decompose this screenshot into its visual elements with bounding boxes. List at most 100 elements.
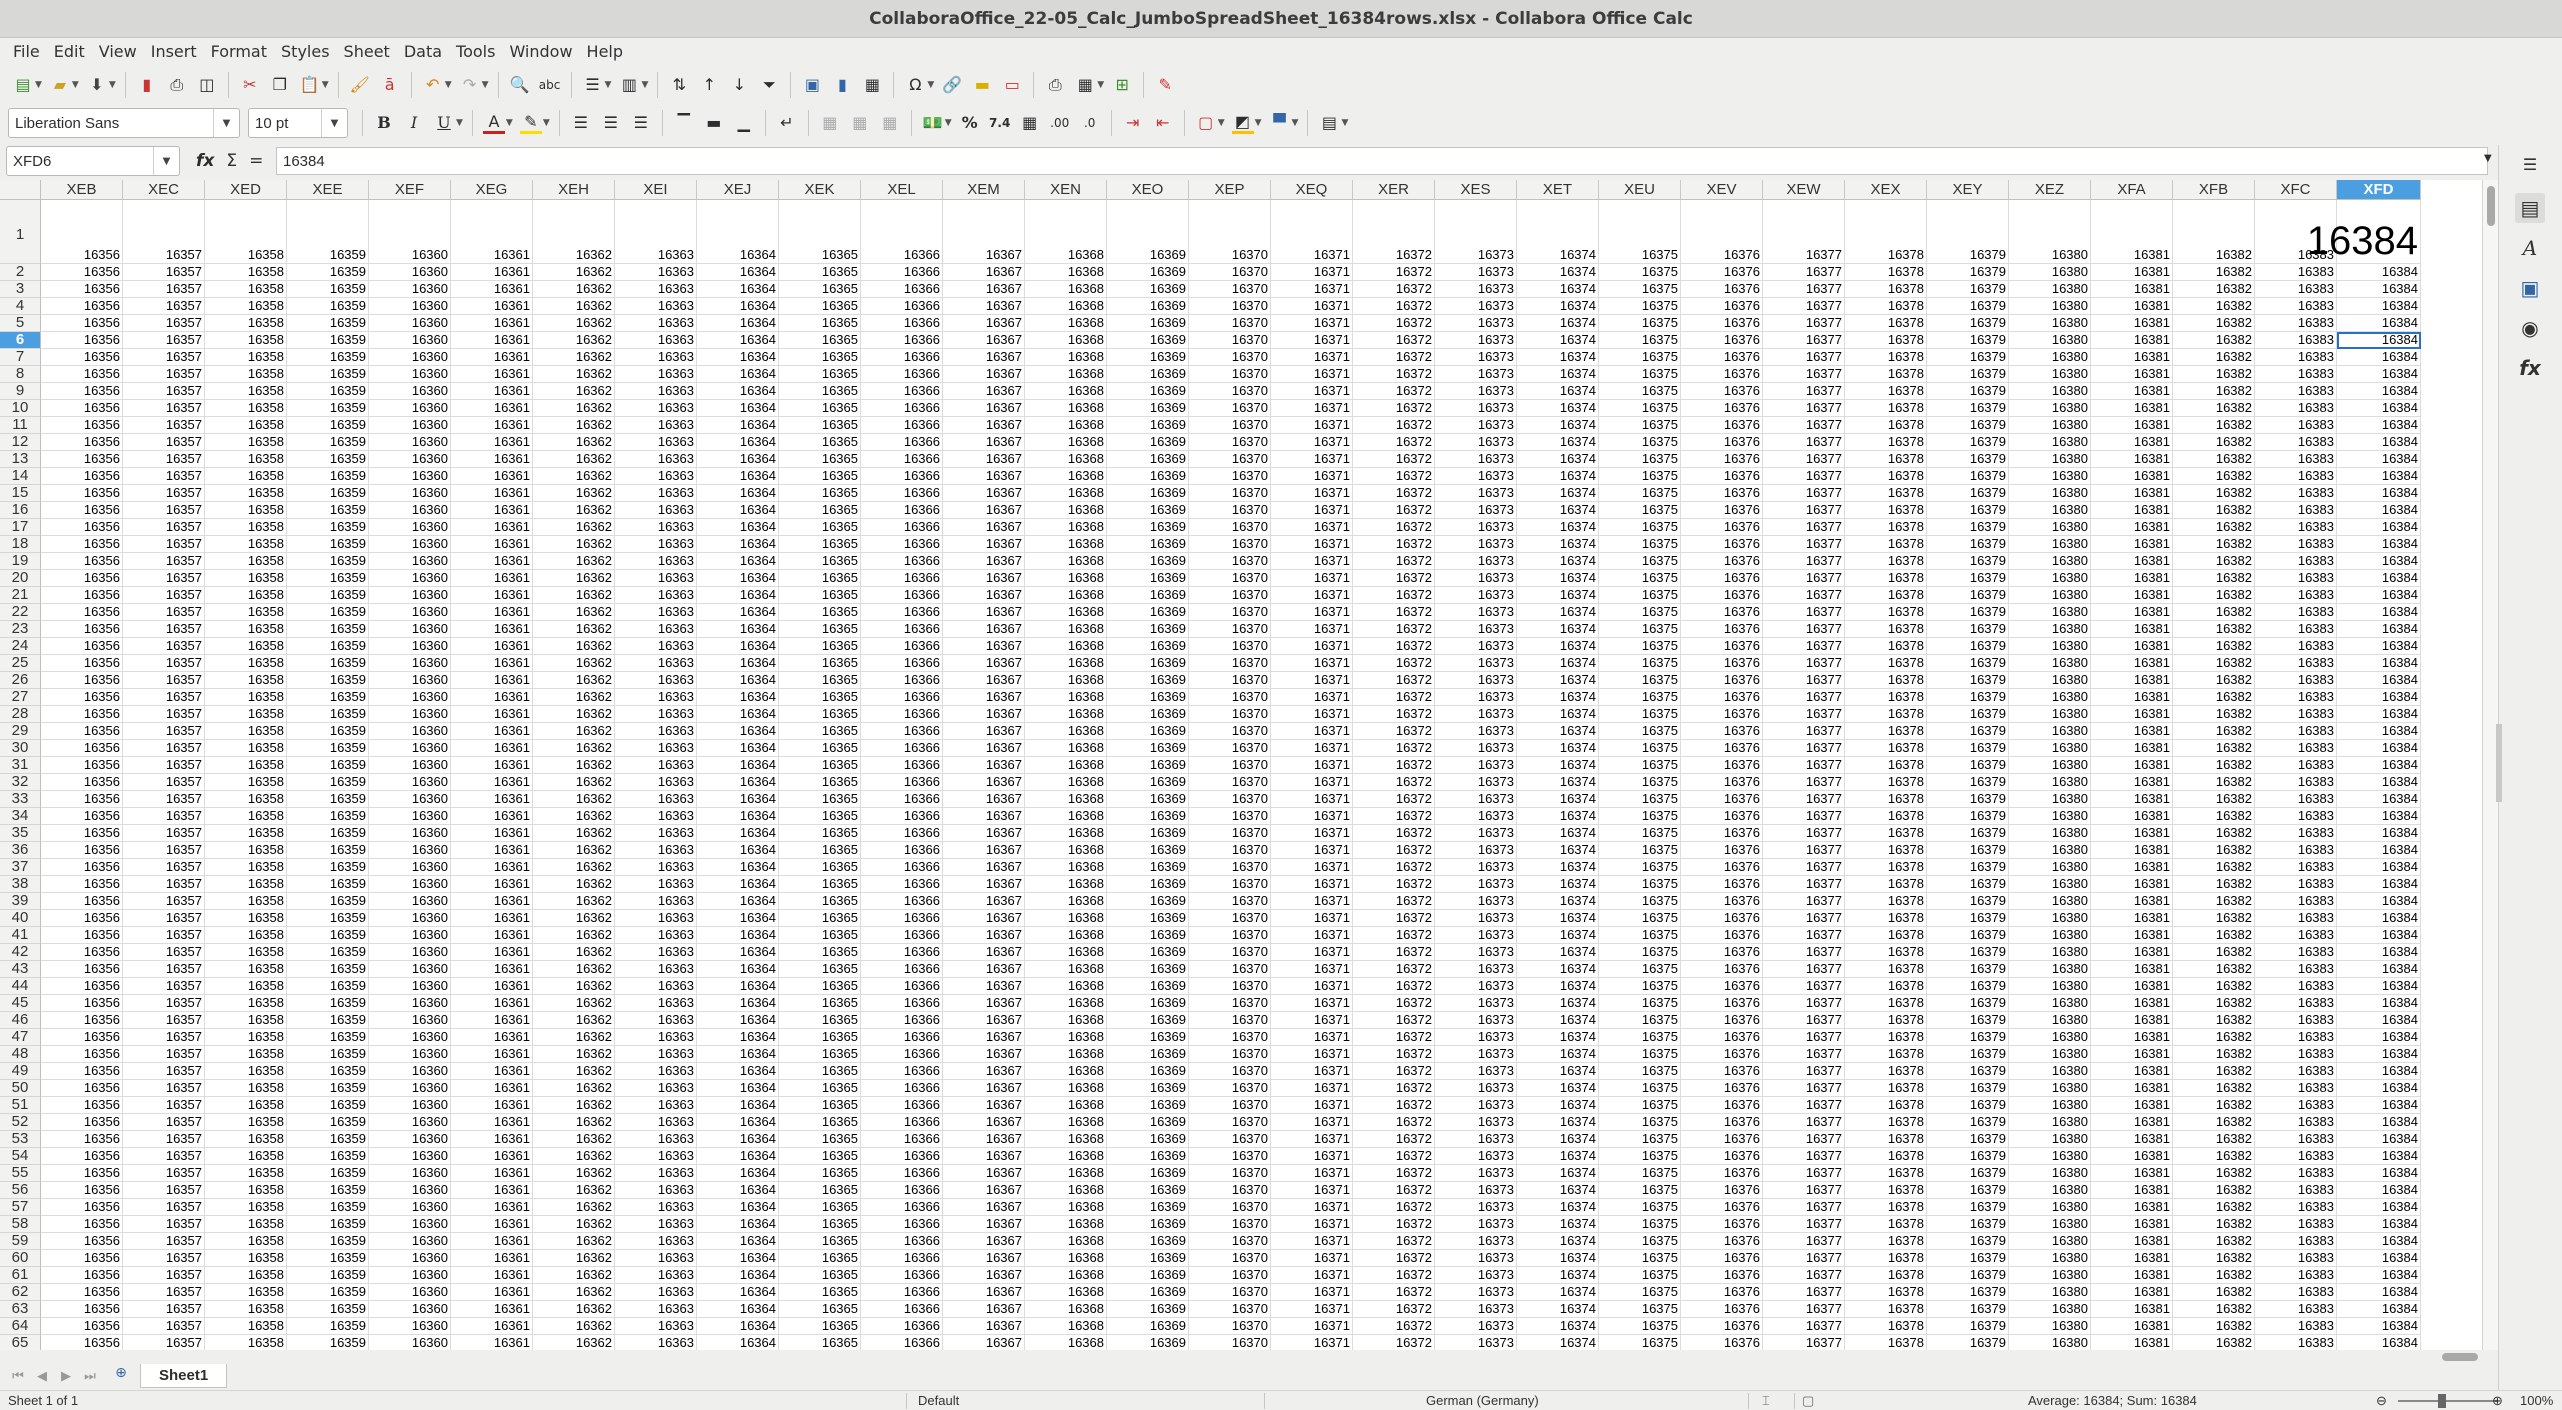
cell[interactable]: 16374 [1517, 1250, 1599, 1267]
cell[interactable]: 16371 [1271, 519, 1353, 536]
cell[interactable]: 16377 [1763, 1046, 1845, 1063]
cell[interactable]: 16360 [369, 1012, 451, 1029]
cell[interactable]: 16364 [697, 961, 779, 978]
cell[interactable]: 16359 [287, 417, 369, 434]
cell[interactable]: 16368 [1025, 349, 1107, 366]
cell[interactable]: 16362 [533, 570, 615, 587]
cell[interactable]: 16363 [615, 468, 697, 485]
cell[interactable]: 16376 [1681, 587, 1763, 604]
cell[interactable]: 16367 [943, 570, 1025, 587]
cell[interactable]: 16362 [533, 621, 615, 638]
cell[interactable]: 16364 [697, 706, 779, 723]
cell[interactable]: 16380 [2009, 672, 2091, 689]
cell[interactable]: 16357 [123, 1012, 205, 1029]
cell[interactable]: 16379 [1927, 978, 2009, 995]
cell[interactable]: 16370 [1189, 485, 1271, 502]
cell[interactable]: 16382 [2173, 315, 2255, 332]
print-preview-icon[interactable]: ◫ [196, 74, 218, 96]
cell[interactable]: 16383 [2255, 876, 2337, 893]
cell[interactable]: 16384 [2337, 502, 2421, 519]
cell[interactable]: 16366 [861, 706, 943, 723]
cell[interactable]: 16382 [2173, 723, 2255, 740]
cell[interactable]: 16362 [533, 876, 615, 893]
cell[interactable]: 16381 [2091, 944, 2173, 961]
cell[interactable]: 16358 [205, 689, 287, 706]
cell[interactable]: 16362 [533, 536, 615, 553]
insert-mode-icon[interactable]: ⌶ [1762, 1393, 1770, 1409]
cell[interactable]: 16363 [615, 1284, 697, 1301]
cell[interactable]: 16361 [451, 200, 533, 264]
column-header[interactable]: XEK [779, 180, 861, 200]
cell[interactable]: 16372 [1353, 1029, 1435, 1046]
cell[interactable]: 16367 [943, 1301, 1025, 1318]
column-header[interactable]: XFC [2255, 180, 2337, 200]
cell[interactable]: 16363 [615, 349, 697, 366]
cell[interactable]: 16372 [1353, 417, 1435, 434]
cell[interactable]: 16379 [1927, 315, 2009, 332]
cell[interactable]: 16356 [41, 1318, 123, 1335]
row-header[interactable]: 38 [0, 875, 41, 893]
cell[interactable]: 16367 [943, 434, 1025, 451]
cell[interactable]: 16360 [369, 468, 451, 485]
cell[interactable]: 16378 [1845, 570, 1927, 587]
column-header[interactable]: XEB [41, 180, 123, 200]
cell[interactable]: 16376 [1681, 536, 1763, 553]
cell[interactable]: 16377 [1763, 417, 1845, 434]
cell[interactable]: 16356 [41, 1131, 123, 1148]
sidebar-menu-icon[interactable]: ☰ [2515, 149, 2545, 179]
gallery-icon[interactable]: ▣ [2515, 273, 2545, 303]
cell[interactable]: 16363 [615, 451, 697, 468]
cell[interactable]: 16379 [1927, 468, 2009, 485]
cell[interactable]: 16381 [2091, 570, 2173, 587]
cell[interactable]: 16380 [2009, 1148, 2091, 1165]
cell[interactable]: 16356 [41, 978, 123, 995]
cell[interactable]: 16372 [1353, 570, 1435, 587]
cell[interactable]: 16359 [287, 978, 369, 995]
cell[interactable]: 16362 [533, 893, 615, 910]
row-header[interactable]: 35 [0, 824, 41, 842]
cell[interactable]: 16360 [369, 927, 451, 944]
cell[interactable]: 16367 [943, 200, 1025, 264]
cell[interactable]: 16356 [41, 876, 123, 893]
cell[interactable]: 16373 [1435, 1114, 1517, 1131]
cell[interactable]: 16367 [943, 1029, 1025, 1046]
cell[interactable]: 16377 [1763, 587, 1845, 604]
cell[interactable]: 16376 [1681, 570, 1763, 587]
cell[interactable]: 16362 [533, 672, 615, 689]
cell[interactable]: 16380 [2009, 706, 2091, 723]
cell[interactable]: 16382 [2173, 1301, 2255, 1318]
cell[interactable]: 16371 [1271, 723, 1353, 740]
cell[interactable]: 16380 [2009, 1216, 2091, 1233]
cell[interactable]: 16382 [2173, 876, 2255, 893]
cell[interactable]: 16383 [2255, 655, 2337, 672]
cell[interactable]: 16360 [369, 1267, 451, 1284]
cell[interactable]: 16378 [1845, 706, 1927, 723]
cell[interactable]: 16371 [1271, 332, 1353, 349]
cell[interactable]: 16367 [943, 961, 1025, 978]
cell[interactable]: 16381 [2091, 621, 2173, 638]
cell[interactable]: 16381 [2091, 774, 2173, 791]
cell[interactable]: 16375 [1599, 264, 1681, 281]
cell[interactable]: 16383 [2255, 502, 2337, 519]
cell[interactable]: 16356 [41, 349, 123, 366]
cell[interactable]: 16366 [861, 1063, 943, 1080]
cell[interactable]: 16381 [2091, 1182, 2173, 1199]
cell[interactable]: 16369 [1107, 1335, 1189, 1350]
cell[interactable]: 16382 [2173, 366, 2255, 383]
cell[interactable]: 16378 [1845, 1131, 1927, 1148]
cell[interactable]: 16356 [41, 1335, 123, 1350]
cell[interactable]: 16362 [533, 519, 615, 536]
cell[interactable]: 16374 [1517, 638, 1599, 655]
cell[interactable]: 16377 [1763, 706, 1845, 723]
cell[interactable]: 16383 [2255, 298, 2337, 315]
cell[interactable]: 16383 [2255, 638, 2337, 655]
cell[interactable]: 16383 [2255, 570, 2337, 587]
column-header[interactable]: XEO [1107, 180, 1189, 200]
row-header[interactable]: 44 [0, 977, 41, 995]
cell[interactable]: 16373 [1435, 842, 1517, 859]
font-color-icon[interactable]: A [482, 112, 505, 134]
row-header[interactable]: 31 [0, 756, 41, 774]
cell[interactable]: 16377 [1763, 383, 1845, 400]
cell[interactable]: 16369 [1107, 1216, 1189, 1233]
cell[interactable]: 16366 [861, 1267, 943, 1284]
